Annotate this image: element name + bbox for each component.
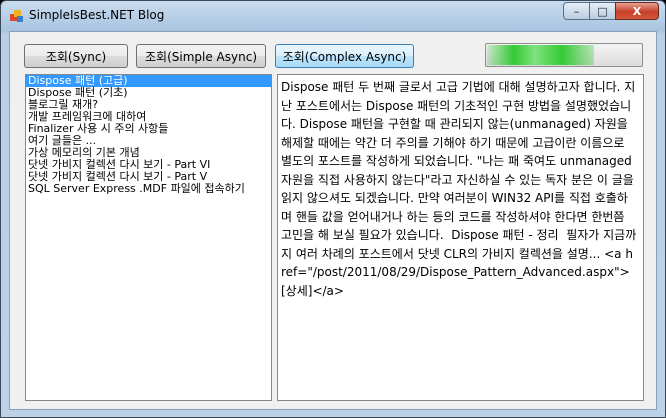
progress-bar <box>485 43 643 67</box>
minimize-button[interactable]: – <box>563 2 589 20</box>
sync-query-button[interactable]: 조회(Sync) <box>24 44 128 68</box>
maximize-button[interactable]: □ <box>589 2 615 20</box>
complex-async-query-button[interactable]: 조회(Complex Async) <box>275 44 414 68</box>
simple-async-query-button[interactable]: 조회(Simple Async) <box>136 44 266 68</box>
minimize-icon: – <box>573 4 580 18</box>
title-bar[interactable]: SimpleIsBest.NET Blog – □ X <box>1 1 665 31</box>
window-title: SimpleIsBest.NET Blog <box>29 8 165 22</box>
maximize-icon: □ <box>597 4 608 18</box>
post-content[interactable]: Dispose 패턴 두 번째 글로서 고급 기법에 대해 설명하고자 합니다.… <box>277 74 644 401</box>
list-item[interactable]: SQL Server Express .MDF 파일에 접속하기 <box>26 183 271 195</box>
app-icon <box>10 10 23 22</box>
post-list[interactable]: Dispose 패턴 (고급) Dispose 패턴 (기초) 블로그릴 재개? 개발… <box>25 74 272 401</box>
close-icon: X <box>632 4 642 18</box>
progress-fill <box>487 45 595 65</box>
client-area: 조회(Sync) 조회(Simple Async) 조회(Complex Asy… <box>9 31 657 410</box>
close-button[interactable]: X <box>615 2 659 20</box>
app-window: SimpleIsBest.NET Blog – □ X 조회(Sync) 조회(… <box>0 0 666 418</box>
